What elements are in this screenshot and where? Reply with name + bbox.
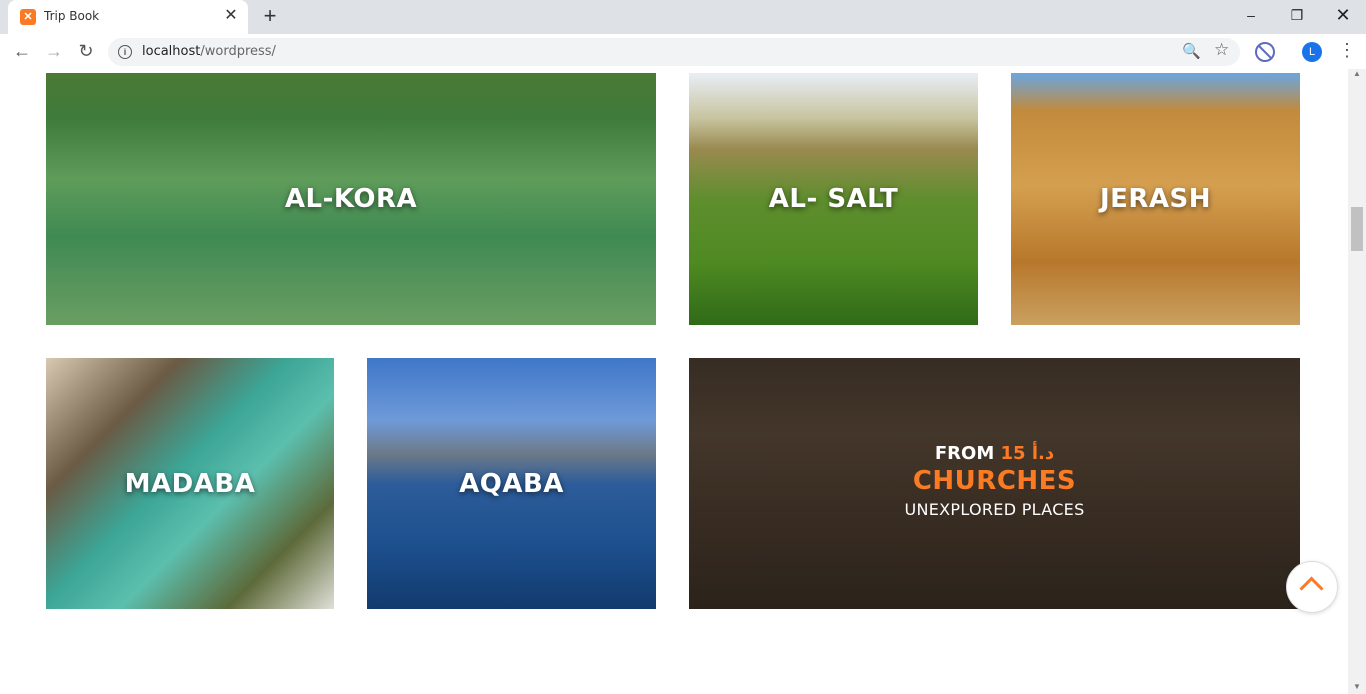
destination-label: AL- SALT	[768, 184, 899, 214]
back-button[interactable]: ←	[10, 39, 34, 63]
promo-from-label: FROM	[934, 443, 995, 464]
chevron-up-icon	[1299, 576, 1324, 601]
window-close-button[interactable]: ✕	[1320, 0, 1366, 30]
favicon-icon: ✕	[20, 9, 36, 25]
scroll-to-top-button[interactable]	[1286, 561, 1338, 613]
destination-label: JERASH	[1099, 184, 1212, 214]
url-path: /wordpress/	[200, 44, 276, 59]
promo-card-churches[interactable]: FROM 15 د.أ CHURCHES UNEXPLORED PLACES	[689, 358, 1300, 609]
url-text[interactable]: localhost/wordpress/	[142, 44, 276, 59]
destination-card-al-kora[interactable]: AL-KORA	[46, 73, 656, 325]
browser-toolbar: ← → ↻ i localhost/wordpress/ 🔍 ☆	[0, 34, 1366, 70]
promo-from-line: FROM 15 د.أ	[689, 443, 1300, 464]
promo-subtitle: UNEXPLORED PLACES	[904, 500, 1085, 519]
tab-bar: ✕ Trip Book ✕ + – ❐ ✕	[0, 0, 1366, 34]
destination-card-jerash[interactable]: JERASH	[1011, 73, 1300, 325]
zoom-icon[interactable]: 🔍	[1182, 42, 1201, 60]
url-host: localhost	[142, 44, 201, 59]
profile-avatar[interactable]: L	[1302, 42, 1322, 62]
promo-price: 15 د.أ	[1000, 443, 1055, 464]
page-scrollbar[interactable]: ▲ ▼	[1348, 69, 1366, 694]
address-bar[interactable]: i localhost/wordpress/ 🔍 ☆	[108, 38, 1240, 66]
promo-text-block: FROM 15 د.أ CHURCHES UNEXPLORED PLACES	[689, 443, 1300, 519]
site-info-icon[interactable]: i	[118, 45, 132, 59]
destination-label: AQABA	[459, 468, 564, 499]
destination-card-al-salt[interactable]: AL- SALT	[689, 73, 978, 325]
tab-trip-book[interactable]: ✕ Trip Book ✕	[8, 0, 248, 34]
new-tab-button[interactable]: +	[258, 5, 282, 29]
scrollbar-thumb[interactable]	[1351, 207, 1363, 251]
bookmark-star-icon[interactable]: ☆	[1214, 40, 1229, 60]
reload-button[interactable]: ↻	[74, 39, 98, 63]
browser-menu-icon[interactable]: ⋮	[1338, 40, 1356, 61]
scroll-up-arrow-icon[interactable]: ▲	[1348, 69, 1366, 81]
page-viewport: AL-KORA AL- SALT JERASH MADABA AQABA FRO…	[0, 69, 1348, 694]
destination-card-madaba[interactable]: MADABA	[46, 358, 334, 609]
destination-label: AL-KORA	[284, 184, 418, 214]
window-minimize-button[interactable]: –	[1228, 0, 1274, 30]
window-restore-button[interactable]: ❐	[1274, 0, 1320, 30]
promo-title: CHURCHES	[912, 466, 1077, 496]
extension-block-icon[interactable]	[1255, 42, 1275, 62]
scroll-down-arrow-icon[interactable]: ▼	[1348, 682, 1366, 694]
tab-close-icon[interactable]: ✕	[222, 7, 240, 25]
tab-title: Trip Book	[44, 9, 100, 23]
forward-button[interactable]: →	[42, 39, 66, 63]
destination-label: MADABA	[124, 468, 256, 499]
destination-card-aqaba[interactable]: AQABA	[367, 358, 656, 609]
